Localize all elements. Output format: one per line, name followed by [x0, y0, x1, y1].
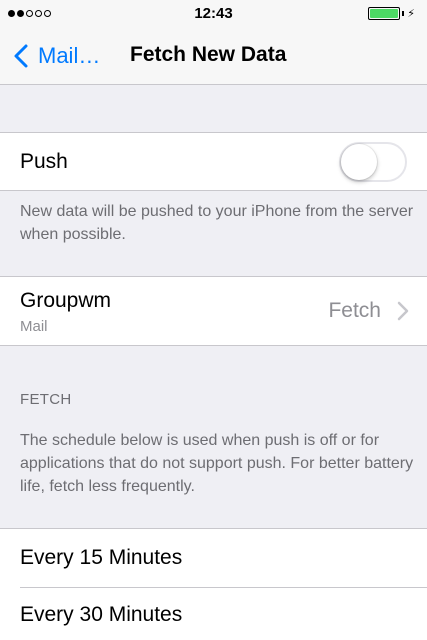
push-row: Push [0, 132, 427, 191]
fetch-header: FETCH [20, 391, 72, 408]
account-name: Groupwm [20, 289, 112, 312]
fetch-option-label: Every 30 Minutes [20, 603, 183, 626]
back-button[interactable]: Mail… [10, 41, 100, 71]
account-type: Mail [20, 318, 48, 335]
fetch-option-label: Every 15 Minutes [20, 546, 183, 569]
charging-bolt-icon: ⚡ [407, 8, 415, 20]
push-footer: New data will be pushed to your iPhone f… [20, 203, 414, 243]
toggle-knob [341, 144, 377, 180]
fetch-option-30[interactable]: Every 30 Minutes [0, 588, 427, 640]
chevron-left-icon [14, 44, 28, 68]
back-label: Mail… [38, 43, 101, 68]
navigation-bar: Mail… Fetch New Data [0, 28, 427, 85]
push-label: Push [20, 150, 68, 173]
page-title: Fetch New Data [130, 43, 287, 66]
account-fetch-value: Fetch [328, 299, 381, 322]
chevron-right-icon [397, 301, 409, 321]
battery-body [368, 7, 401, 20]
fetch-options-list: Every 15 Minutes Every 30 Minutes [0, 528, 427, 640]
battery-tip [402, 11, 405, 16]
fetch-description: The schedule below is used when push is … [20, 432, 414, 495]
push-toggle[interactable] [339, 142, 407, 182]
fetch-option-15[interactable]: Every 15 Minutes [0, 529, 427, 587]
battery-icon: ⚡ [368, 7, 415, 20]
battery-fill [370, 9, 399, 18]
status-time: 12:43 [194, 5, 233, 22]
status-bar: 12:43 ⚡ [0, 0, 427, 28]
account-row[interactable]: Groupwm Mail Fetch [0, 276, 427, 346]
